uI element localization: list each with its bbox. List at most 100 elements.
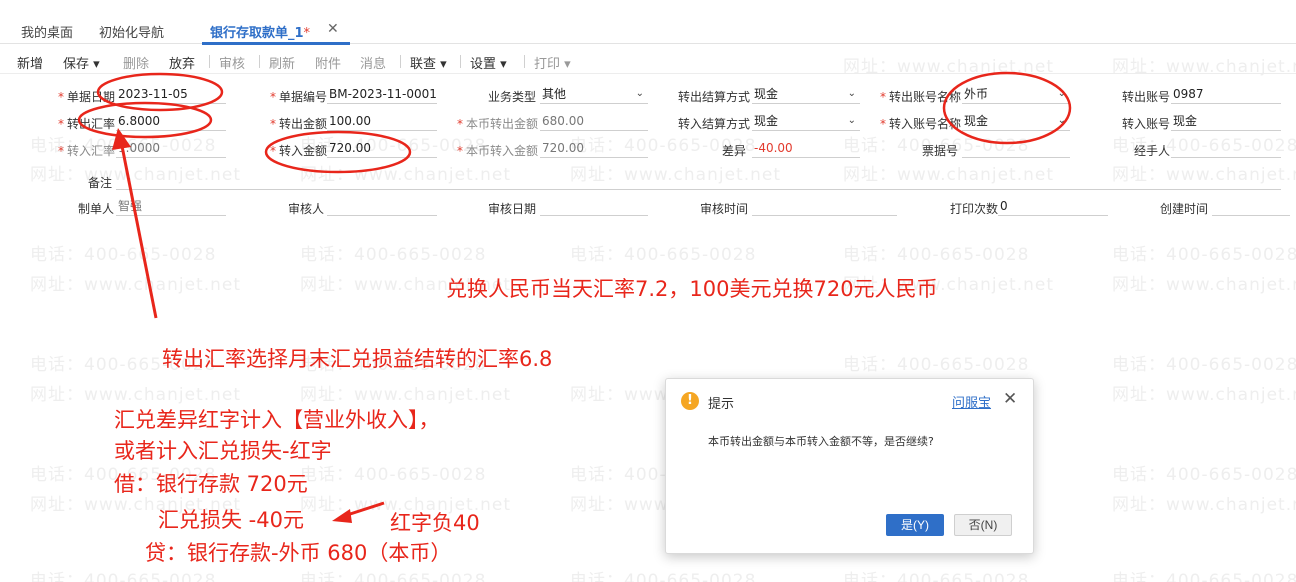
- reviewer-label: 审核人: [288, 202, 325, 216]
- watermark-text: 电话：400-665-0028: [843, 355, 1030, 375]
- in-rate-label: * 转入汇率: [58, 144, 116, 158]
- handler-field[interactable]: [1171, 140, 1281, 158]
- in-account-name-select[interactable]: 现金 ⌄: [962, 113, 1070, 131]
- dialog-message: 本币转出金额与本币转入金额不等，是否继续?: [708, 435, 934, 448]
- no-button[interactable]: 否(N): [954, 514, 1012, 536]
- discard-button[interactable]: 放弃: [169, 53, 195, 72]
- in-account-name-label-text: 转入账号名称: [889, 117, 962, 131]
- yes-button[interactable]: 是(Y): [886, 514, 944, 536]
- watermark-text: 网址：www.chanjet.net: [30, 385, 242, 405]
- toolbar-divider: [209, 55, 210, 68]
- chevron-down-icon: ⌄: [635, 88, 644, 99]
- print-count-field: 0: [998, 198, 1108, 216]
- tab-desktop[interactable]: 我的桌面: [21, 22, 73, 41]
- in-account-name-value: 现金: [964, 114, 989, 128]
- out-account-name-label-text: 转出账号名称: [889, 90, 962, 104]
- watermark-text: 网址：www.chanjet.net: [300, 385, 512, 405]
- review-date-field: [540, 198, 648, 216]
- doc-no-field[interactable]: BM-2023-11-0001: [327, 86, 437, 104]
- diff-note-line1: 汇兑差异红字计入【营业外收入】，: [114, 408, 440, 432]
- circle-account-name: [942, 71, 1072, 145]
- tab-bar: 我的桌面 初始化导航 银行存取款单_1* ✕: [0, 0, 1296, 45]
- difference-label: 差异: [722, 144, 747, 158]
- out-rate-label: * 转出汇率: [58, 117, 116, 131]
- toolbar-divider: [460, 55, 461, 68]
- help-link[interactable]: 问服宝: [952, 392, 991, 411]
- local-in-amount-label-text: 本币转入金额: [466, 144, 539, 158]
- difference-field: -40.00: [752, 140, 860, 158]
- out-amount-field[interactable]: 100.00: [327, 113, 437, 131]
- diff-note-line2: 或者计入汇兑损失-红字: [114, 439, 332, 463]
- red-negative-note: 红字负40: [390, 511, 480, 535]
- biz-type-select[interactable]: 其他 ⌄: [540, 86, 648, 104]
- out-account-name-select[interactable]: 外币 ⌄: [962, 86, 1070, 104]
- out-account-no-field[interactable]: 0987: [1171, 86, 1281, 104]
- out-account-no-label: 转出账号: [1122, 90, 1171, 104]
- lookup-button[interactable]: 联查 ▾: [410, 53, 447, 72]
- out-settle-label: 转出结算方式: [678, 90, 751, 104]
- fx-loss-note: 汇兑损失 -40元: [158, 508, 304, 532]
- print-button[interactable]: 打印 ▾: [534, 53, 571, 72]
- active-tab-indicator: [202, 42, 350, 45]
- out-settle-select[interactable]: 现金 ⌄: [752, 86, 860, 104]
- attachment-button[interactable]: 附件: [315, 53, 341, 72]
- dialog-title: 提示: [708, 397, 735, 412]
- watermark-text: 电话：400-665-0028: [843, 571, 1030, 582]
- settings-button[interactable]: 设置 ▾: [470, 53, 507, 72]
- in-amount-field[interactable]: 720.00: [327, 140, 437, 158]
- doc-date-field[interactable]: 2023-11-05: [116, 86, 226, 104]
- toolbar-divider: [400, 55, 401, 68]
- review-time-label: 审核时间: [700, 202, 749, 216]
- close-icon[interactable]: ✕: [1003, 389, 1017, 409]
- watermark-text: 电话：400-665-0028: [570, 245, 757, 265]
- out-account-name-label: * 转出账号名称: [880, 90, 962, 104]
- unsaved-mark: *: [303, 26, 311, 41]
- remark-field[interactable]: [116, 172, 1281, 190]
- message-button[interactable]: 消息: [360, 53, 386, 72]
- tab-init-guide[interactable]: 初始化导航: [99, 22, 164, 41]
- create-time-field: [1212, 198, 1290, 216]
- toolbar-divider: [524, 55, 525, 68]
- biz-type-value: 其他: [542, 87, 567, 101]
- settings-button-label: 设置: [470, 57, 497, 72]
- close-icon[interactable]: ✕: [327, 21, 339, 37]
- tab-bank-deposit-label: 银行存取款单_1: [210, 26, 304, 41]
- out-settle-value: 现金: [754, 87, 779, 101]
- watermark-text: 电话：400-665-0028: [1112, 465, 1296, 485]
- watermark-text: 电话：400-665-0028: [570, 571, 757, 582]
- in-amount-label: * 转入金额: [270, 144, 328, 158]
- watermark-text: 电话：400-665-0028: [30, 245, 217, 265]
- watermark-text: 电话：400-665-0028: [1112, 355, 1296, 375]
- doc-date-label: * 单据日期: [58, 90, 116, 104]
- rate-note: 兑换人民币当天汇率7.2，100美元兑换720元人民币: [446, 277, 938, 301]
- in-settle-label: 转入结算方式: [678, 117, 751, 131]
- out-rate-field[interactable]: 6.8000: [116, 113, 226, 131]
- reviewer-field: [327, 198, 437, 216]
- in-settle-select[interactable]: 现金 ⌄: [752, 113, 860, 131]
- credit-note: 贷：银行存款-外币 680（本币）: [145, 541, 452, 565]
- chevron-down-icon: ▾: [560, 57, 571, 72]
- chevron-down-icon: ▾: [496, 57, 507, 72]
- print-button-label: 打印: [534, 57, 561, 72]
- local-out-amount-label: * 本币转出金额: [457, 117, 539, 131]
- watermark-text: 网址：www.chanjet.net: [1112, 385, 1296, 405]
- tab-bank-deposit[interactable]: 银行存取款单_1*: [210, 22, 310, 41]
- chevron-down-icon: ▾: [89, 57, 100, 72]
- out-account-name-value: 外币: [964, 87, 989, 101]
- approve-button[interactable]: 审核: [219, 53, 245, 72]
- in-amount-label-text: 转入金额: [279, 144, 328, 158]
- delete-button[interactable]: 删除: [123, 53, 149, 72]
- doc-date-label-text: 单据日期: [67, 90, 116, 104]
- in-account-no-field[interactable]: 现金: [1171, 113, 1281, 131]
- refresh-button[interactable]: 刷新: [269, 53, 295, 72]
- voucher-no-field[interactable]: [962, 140, 1070, 158]
- out-rate-note: 转出汇率选择月末汇兑损益结转的汇率6.8: [162, 347, 553, 371]
- local-out-amount-label-text: 本币转出金额: [466, 117, 539, 131]
- new-button[interactable]: 新增: [17, 53, 43, 72]
- save-button[interactable]: 保存 ▾: [63, 53, 100, 72]
- create-time-label: 创建时间: [1160, 202, 1209, 216]
- handler-label: 经手人: [1134, 144, 1171, 158]
- review-time-field: [752, 198, 897, 216]
- print-count-label: 打印次数: [950, 202, 999, 216]
- out-amount-label-text: 转出金额: [279, 117, 328, 131]
